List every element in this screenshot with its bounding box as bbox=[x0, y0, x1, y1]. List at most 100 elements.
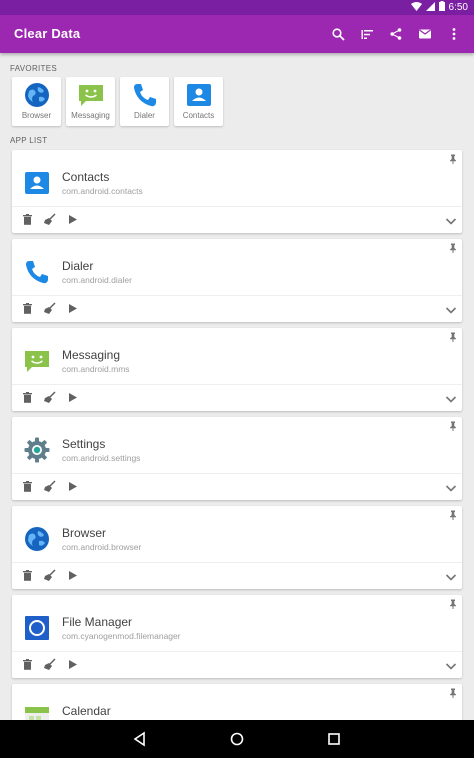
messaging-icon bbox=[78, 85, 103, 106]
pin-icon[interactable] bbox=[448, 332, 458, 342]
app-card[interactable]: Browser com.android.browser bbox=[12, 506, 462, 589]
card-divider bbox=[12, 562, 462, 563]
launch-button[interactable] bbox=[67, 213, 79, 225]
overflow-menu-button[interactable] bbox=[444, 24, 464, 44]
play-icon bbox=[69, 303, 77, 313]
browser-globe-icon bbox=[24, 83, 49, 107]
favorite-dialer[interactable]: Dialer bbox=[120, 77, 169, 126]
uninstall-button[interactable] bbox=[21, 213, 33, 225]
play-icon bbox=[69, 570, 77, 580]
chevron-down-icon[interactable] bbox=[445, 571, 457, 583]
status-bar: 6:50 bbox=[0, 0, 474, 15]
card-divider bbox=[12, 295, 462, 296]
browser-globe-icon bbox=[25, 527, 49, 551]
trash-icon bbox=[22, 569, 32, 581]
launch-button[interactable] bbox=[67, 302, 79, 314]
trash-icon bbox=[22, 480, 32, 492]
email-button[interactable] bbox=[415, 24, 435, 44]
launch-button[interactable] bbox=[67, 480, 79, 492]
chevron-down-icon[interactable] bbox=[445, 393, 457, 405]
trash-icon bbox=[22, 213, 32, 225]
app-card[interactable]: Contacts com.android.contacts bbox=[12, 150, 462, 233]
clear-data-button[interactable] bbox=[44, 569, 56, 581]
clear-data-button[interactable] bbox=[44, 480, 56, 492]
card-divider bbox=[12, 384, 462, 385]
broom-icon bbox=[44, 391, 56, 403]
phone-icon bbox=[133, 84, 156, 107]
app-card[interactable]: Messaging com.android.mms bbox=[12, 328, 462, 411]
app-package: com.android.browser bbox=[62, 542, 142, 552]
app-name: Settings bbox=[62, 437, 106, 451]
uninstall-button[interactable] bbox=[21, 391, 33, 403]
card-divider bbox=[12, 206, 462, 207]
signal-icon bbox=[425, 1, 435, 14]
favorites-row: Browser Messaging Dialer Contacts bbox=[12, 77, 223, 126]
app-name: Contacts bbox=[62, 170, 110, 184]
favorite-browser[interactable]: Browser bbox=[12, 77, 61, 126]
play-icon bbox=[69, 392, 77, 402]
pin-icon[interactable] bbox=[448, 243, 458, 253]
app-name: Calendar bbox=[62, 704, 111, 718]
home-icon[interactable] bbox=[229, 731, 245, 747]
recents-icon[interactable] bbox=[326, 731, 342, 747]
sort-button[interactable] bbox=[357, 24, 377, 44]
app-list: Contacts com.android.contacts Dialer com… bbox=[12, 150, 462, 720]
app-card[interactable]: Settings com.android.settings bbox=[12, 417, 462, 500]
chevron-down-icon[interactable] bbox=[445, 304, 457, 316]
chevron-down-icon[interactable] bbox=[445, 215, 457, 227]
favorite-messaging[interactable]: Messaging bbox=[66, 77, 115, 126]
phone-icon bbox=[26, 261, 48, 284]
battery-icon bbox=[438, 1, 445, 14]
pin-icon[interactable] bbox=[448, 154, 458, 164]
uninstall-button[interactable] bbox=[21, 658, 33, 670]
email-icon bbox=[419, 29, 431, 39]
back-icon[interactable] bbox=[132, 731, 148, 747]
play-icon bbox=[69, 659, 77, 669]
pin-icon[interactable] bbox=[448, 688, 458, 698]
app-name: File Manager bbox=[62, 615, 133, 629]
pin-icon[interactable] bbox=[448, 421, 458, 431]
clear-data-button[interactable] bbox=[44, 213, 56, 225]
messaging-icon bbox=[25, 351, 49, 372]
calendar-icon bbox=[25, 707, 49, 720]
clear-data-button[interactable] bbox=[44, 302, 56, 314]
favorite-label: Contacts bbox=[182, 111, 215, 120]
navigation-bar bbox=[0, 720, 474, 758]
app-card[interactable]: Dialer com.android.dialer bbox=[12, 239, 462, 322]
trash-icon bbox=[22, 658, 32, 670]
search-button[interactable] bbox=[328, 24, 348, 44]
uninstall-button[interactable] bbox=[21, 480, 33, 492]
card-divider bbox=[12, 651, 462, 652]
app-name: Dialer bbox=[62, 259, 94, 273]
broom-icon bbox=[44, 480, 56, 492]
app-title: Clear Data bbox=[14, 26, 81, 41]
chevron-down-icon[interactable] bbox=[445, 482, 457, 494]
gear-icon bbox=[24, 437, 50, 463]
sort-icon bbox=[361, 29, 373, 39]
app-bar: Clear Data bbox=[0, 15, 474, 53]
uninstall-button[interactable] bbox=[21, 569, 33, 581]
pin-icon[interactable] bbox=[448, 599, 458, 609]
contacts-icon bbox=[25, 172, 49, 194]
app-name: Messaging bbox=[62, 348, 121, 362]
app-card[interactable]: Calendar bbox=[12, 684, 462, 720]
share-button[interactable] bbox=[386, 24, 406, 44]
broom-icon bbox=[44, 302, 56, 314]
favorite-contacts[interactable]: Contacts bbox=[174, 77, 223, 126]
favorites-label: FAVORITES bbox=[10, 64, 58, 73]
trash-icon bbox=[22, 391, 32, 403]
app-card[interactable]: File Manager com.cyanogenmod.filemanager bbox=[12, 595, 462, 678]
file-manager-icon bbox=[25, 616, 49, 640]
favorite-label: Messaging bbox=[71, 111, 110, 120]
chevron-down-icon[interactable] bbox=[445, 660, 457, 672]
share-icon bbox=[390, 28, 402, 40]
clear-data-button[interactable] bbox=[44, 658, 56, 670]
launch-button[interactable] bbox=[67, 391, 79, 403]
search-icon bbox=[331, 27, 345, 41]
clear-data-button[interactable] bbox=[44, 391, 56, 403]
app-package: com.cyanogenmod.filemanager bbox=[62, 631, 181, 641]
launch-button[interactable] bbox=[67, 658, 79, 670]
launch-button[interactable] bbox=[67, 569, 79, 581]
pin-icon[interactable] bbox=[448, 510, 458, 520]
uninstall-button[interactable] bbox=[21, 302, 33, 314]
